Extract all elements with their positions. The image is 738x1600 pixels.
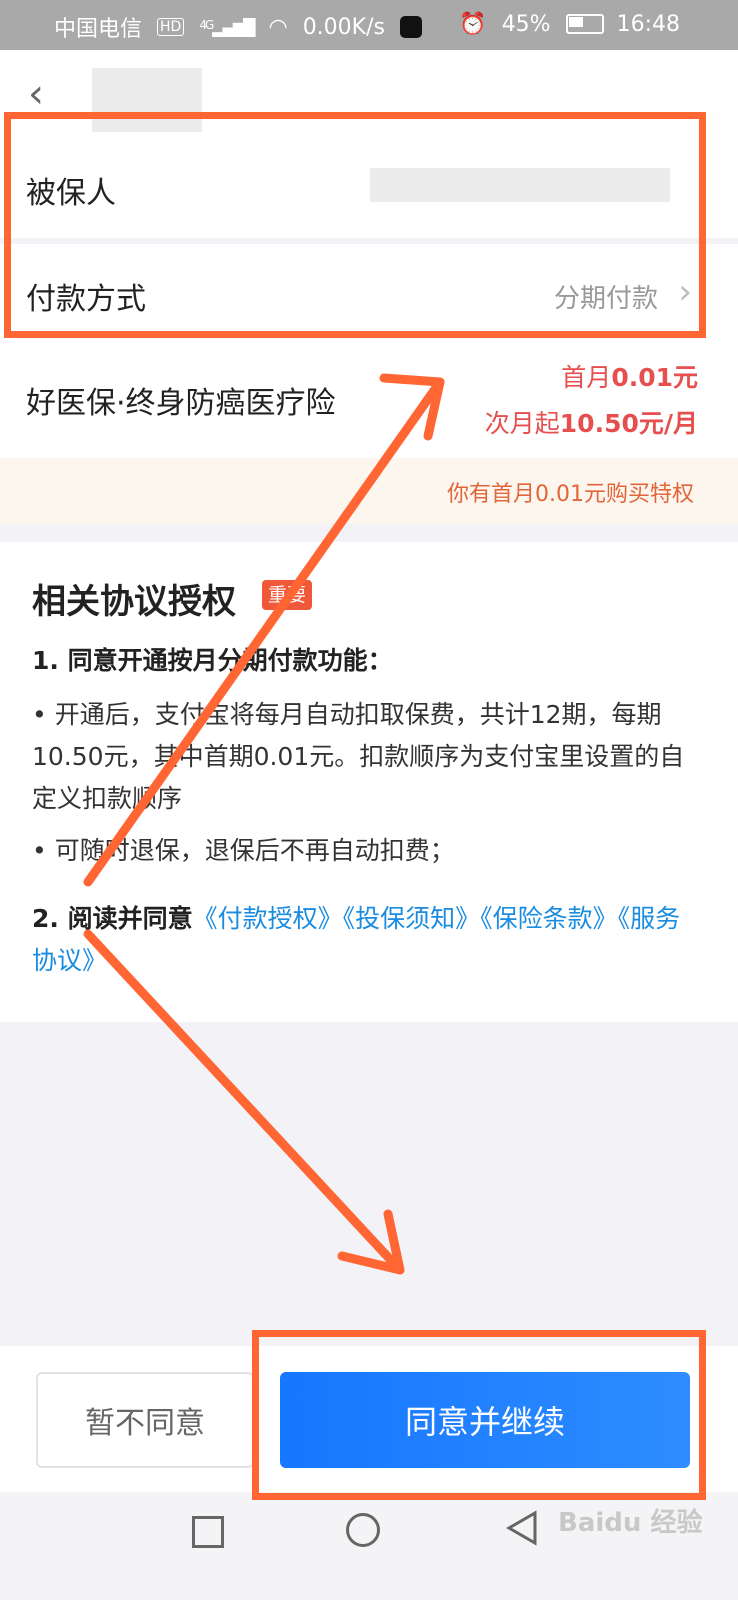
- annotation-arrows: [83, 373, 445, 1275]
